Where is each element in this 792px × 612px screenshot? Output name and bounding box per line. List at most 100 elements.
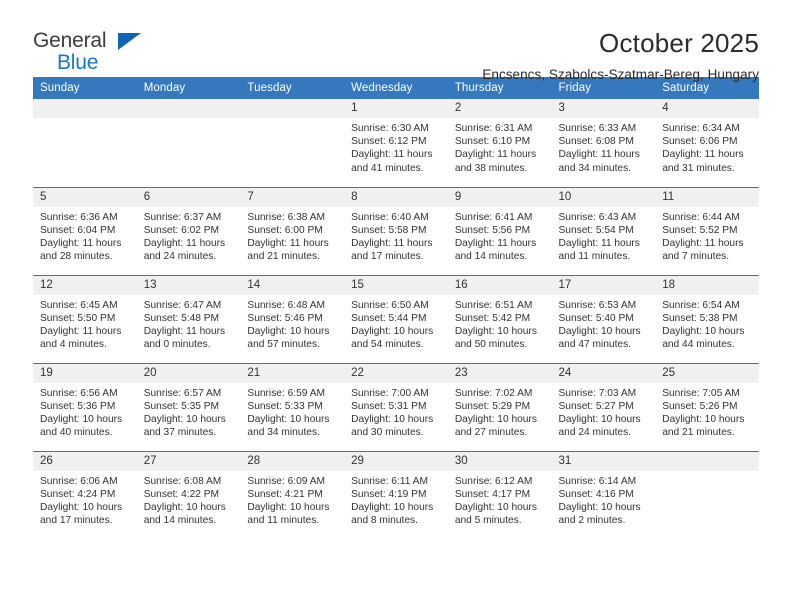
daylight-duration-line1: Daylight: 10 hours [662, 413, 745, 425]
calendar-week-row: 19 Sunrise: 6:56 AM Sunset: 5:36 PM Dayligh… [33, 362, 759, 451]
calendar-day-cell[interactable]: 27 Sunrise: 6:08 AM Sunset: 4:22 PM Dayligh… [136, 450, 241, 539]
day-number: 23 [447, 363, 552, 383]
sunrise-time: Sunrise: 6:36 AM [40, 211, 118, 223]
calendar-day-cell[interactable]: 11 Sunrise: 6:44 AM Sunset: 5:52 PM Dayligh… [655, 186, 759, 275]
sunset-time: Sunset: 4:19 PM [351, 488, 427, 500]
weekday-header-monday: Monday [136, 77, 241, 99]
daylight-duration-line1: Daylight: 11 hours [351, 149, 433, 161]
day-details: Sunrise: 6:14 AM Sunset: 4:16 PM Daylight:… [552, 471, 656, 528]
daylight-duration-line1: Daylight: 11 hours [662, 149, 744, 161]
calendar-day-cell[interactable]: 20 Sunrise: 6:57 AM Sunset: 5:35 PM Dayligh… [136, 362, 241, 451]
daylight-duration-line1: Daylight: 10 hours [454, 325, 537, 337]
logo-word-blue: Blue [57, 51, 99, 74]
sunset-time: Sunset: 5:42 PM [454, 312, 531, 324]
daylight-duration-line2: and 44 minutes. [662, 339, 735, 351]
day-details: Sunrise: 7:03 AM Sunset: 5:27 PM Daylight:… [552, 383, 656, 440]
calendar-day-cell[interactable]: 25 Sunrise: 7:05 AM Sunset: 5:26 PM Dayligh… [655, 362, 759, 451]
calendar-day-cell[interactable]: 15 Sunrise: 6:50 AM Sunset: 5:44 PM Dayligh… [344, 274, 448, 363]
calendar-day-cell[interactable]: 21 Sunrise: 6:59 AM Sunset: 5:33 PM Dayligh… [240, 362, 345, 451]
calendar-day-cell[interactable]: 19 Sunrise: 6:56 AM Sunset: 5:36 PM Dayligh… [33, 362, 137, 451]
sunrise-time: Sunrise: 6:54 AM [662, 299, 740, 311]
day-details: Sunrise: 6:11 AM Sunset: 4:19 PM Daylight:… [344, 471, 448, 528]
daylight-duration-line2: and 5 minutes. [454, 515, 522, 527]
sunrise-time: Sunrise: 6:56 AM [40, 387, 118, 399]
daylight-duration-line2: and 8 minutes. [351, 515, 418, 527]
daylight-duration-line2: and 24 minutes. [558, 427, 632, 439]
calendar-day-cell[interactable]: 23 Sunrise: 7:02 AM Sunset: 5:29 PM Dayligh… [447, 362, 552, 451]
calendar-day-cell[interactable]: 31 Sunrise: 6:14 AM Sunset: 4:16 PM Dayligh… [551, 450, 656, 539]
calendar-day-cell[interactable]: 6 Sunrise: 6:37 AM Sunset: 6:02 PM Daylight… [136, 186, 241, 275]
calendar-day-cell-empty [136, 99, 241, 187]
calendar-day-cell[interactable]: 17 Sunrise: 6:53 AM Sunset: 5:40 PM Dayligh… [551, 274, 656, 363]
calendar-day-cell[interactable]: 13 Sunrise: 6:47 AM Sunset: 5:48 PM Dayligh… [136, 274, 241, 363]
day-number: 11 [655, 187, 759, 207]
day-number [240, 99, 345, 118]
day-number [655, 451, 759, 471]
daylight-duration-line2: and 24 minutes. [143, 251, 217, 263]
sunset-time: Sunset: 6:00 PM [247, 224, 323, 236]
day-details: Sunrise: 6:41 AM Sunset: 5:56 PM Daylight:… [448, 207, 552, 264]
calendar-day-cell[interactable]: 7 Sunrise: 6:38 AM Sunset: 6:00 PM Daylight… [240, 186, 345, 275]
calendar-page: General Blue October 2025 Encsencs, Szab… [0, 0, 792, 612]
calendar-day-cell[interactable]: 9 Sunrise: 6:41 AM Sunset: 5:56 PM Daylight… [447, 186, 552, 275]
calendar-day-cell[interactable]: 28 Sunrise: 6:09 AM Sunset: 4:21 PM Dayligh… [240, 450, 345, 539]
weekday-header-wednesday: Wednesday [344, 77, 448, 99]
daylight-duration-line2: and 2 minutes. [558, 515, 626, 527]
calendar-day-cell-empty [655, 450, 759, 539]
daylight-duration-line1: Daylight: 11 hours [247, 237, 329, 249]
calendar-day-cell[interactable]: 16 Sunrise: 6:51 AM Sunset: 5:42 PM Dayligh… [447, 274, 552, 363]
logo-word-general: General [33, 29, 107, 52]
calendar-day-cell[interactable]: 12 Sunrise: 6:45 AM Sunset: 5:50 PM Dayligh… [33, 274, 137, 363]
calendar-day-cell[interactable]: 8 Sunrise: 6:40 AM Sunset: 5:58 PM Daylight… [344, 186, 448, 275]
sunrise-time: Sunrise: 6:34 AM [662, 123, 740, 134]
calendar-day-cell[interactable]: 18 Sunrise: 6:54 AM Sunset: 5:38 PM Dayligh… [655, 274, 759, 363]
triangle-icon [118, 33, 141, 50]
sunrise-time: Sunrise: 6:51 AM [454, 299, 533, 311]
daylight-duration-line2: and 28 minutes. [40, 251, 113, 263]
sunrise-time: Sunrise: 6:11 AM [351, 475, 428, 487]
day-details: Sunrise: 6:30 AM Sunset: 6:12 PM Daylight:… [344, 118, 448, 175]
day-number: 19 [33, 363, 137, 383]
calendar-day-cell[interactable]: 30 Sunrise: 6:12 AM Sunset: 4:17 PM Dayligh… [447, 450, 552, 539]
daylight-duration-line1: Daylight: 10 hours [558, 325, 641, 337]
sunrise-time: Sunrise: 6:43 AM [558, 211, 637, 223]
day-number: 5 [33, 187, 137, 207]
daylight-duration-line2: and 17 minutes. [351, 251, 424, 263]
daylight-duration-line1: Daylight: 10 hours [351, 501, 434, 513]
day-details: Sunrise: 6:53 AM Sunset: 5:40 PM Daylight:… [552, 295, 656, 352]
day-details: Sunrise: 6:59 AM Sunset: 5:33 PM Daylight:… [240, 383, 344, 440]
daylight-duration-line2: and 41 minutes. [351, 162, 424, 174]
day-details: Sunrise: 6:33 AM Sunset: 6:08 PM Daylight:… [552, 118, 656, 175]
sunset-time: Sunset: 5:54 PM [558, 224, 634, 236]
daylight-duration-line2: and 50 minutes. [454, 339, 528, 351]
calendar-day-cell[interactable]: 2 Sunrise: 6:31 AM Sunset: 6:10 PM Daylight… [447, 99, 552, 187]
sunrise-time: Sunrise: 6:59 AM [247, 387, 325, 399]
calendar-day-cell[interactable]: 29 Sunrise: 6:11 AM Sunset: 4:19 PM Dayligh… [344, 450, 448, 539]
day-details: Sunrise: 6:51 AM Sunset: 5:42 PM Daylight:… [448, 295, 552, 352]
calendar-day-cell[interactable]: 5 Sunrise: 6:36 AM Sunset: 6:04 PM Daylight… [33, 186, 137, 275]
daylight-duration-line1: Daylight: 11 hours [143, 325, 226, 337]
day-number: 20 [136, 363, 241, 383]
sunset-time: Sunset: 5:27 PM [558, 400, 634, 412]
calendar-day-cell[interactable]: 22 Sunrise: 7:00 AM Sunset: 5:31 PM Dayligh… [344, 362, 448, 451]
calendar-day-cell[interactable]: 1 Sunrise: 6:30 AM Sunset: 6:12 PM Daylight… [344, 99, 448, 187]
calendar-day-cell[interactable]: 26 Sunrise: 6:06 AM Sunset: 4:24 PM Dayligh… [33, 450, 137, 539]
calendar-day-cell[interactable]: 14 Sunrise: 6:48 AM Sunset: 5:46 PM Dayligh… [240, 274, 345, 363]
sunrise-time: Sunrise: 6:31 AM [454, 123, 533, 134]
general-blue-logo: General Blue [33, 27, 153, 73]
sunrise-time: Sunrise: 6:57 AM [143, 387, 222, 399]
calendar-day-cell[interactable]: 24 Sunrise: 7:03 AM Sunset: 5:27 PM Dayligh… [551, 362, 656, 451]
daylight-duration-line1: Daylight: 10 hours [143, 501, 226, 513]
daylight-duration-line2: and 4 minutes. [40, 339, 107, 351]
calendar-day-cell[interactable]: 4 Sunrise: 6:34 AM Sunset: 6:06 PM Daylight… [655, 99, 759, 187]
calendar-day-cell[interactable]: 3 Sunrise: 6:33 AM Sunset: 6:08 PM Daylight… [551, 99, 656, 187]
day-details: Sunrise: 6:31 AM Sunset: 6:10 PM Daylight:… [448, 118, 552, 175]
day-details: Sunrise: 6:44 AM Sunset: 5:52 PM Daylight:… [655, 207, 759, 264]
sunrise-time: Sunrise: 6:09 AM [247, 475, 325, 487]
sunset-time: Sunset: 6:10 PM [454, 136, 531, 148]
day-details: Sunrise: 6:48 AM Sunset: 5:46 PM Daylight:… [240, 295, 344, 352]
day-number: 4 [655, 99, 759, 118]
day-details: Sunrise: 6:37 AM Sunset: 6:02 PM Daylight:… [137, 207, 241, 264]
calendar-day-cell[interactable]: 10 Sunrise: 6:43 AM Sunset: 5:54 PM Dayligh… [551, 186, 656, 275]
day-number: 28 [240, 451, 345, 471]
